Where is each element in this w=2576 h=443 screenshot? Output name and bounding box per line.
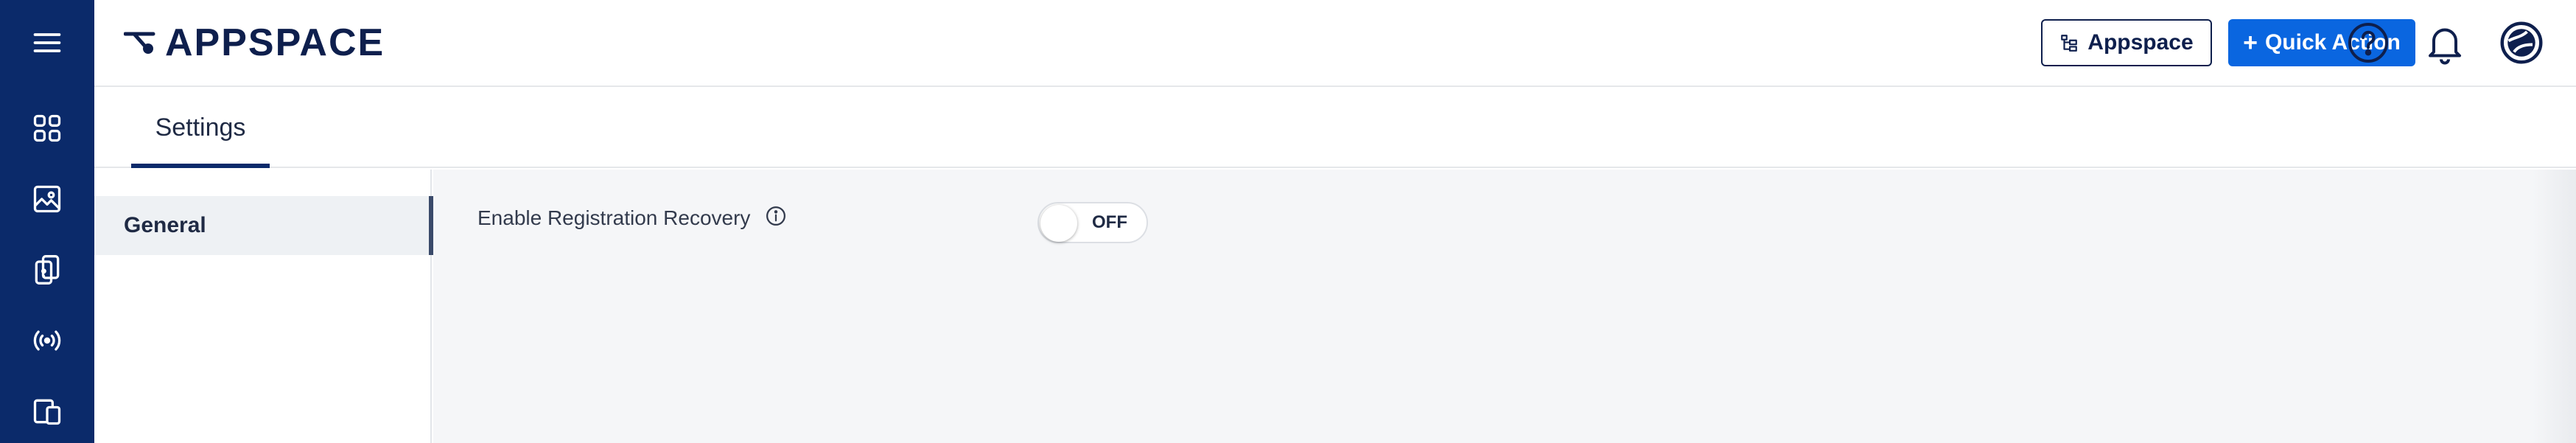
setting-row-registration-recovery: Enable Registration Recovery xyxy=(477,205,787,231)
menu-icon xyxy=(33,33,61,52)
logo-text: APPSPACE xyxy=(165,21,385,64)
help-icon xyxy=(2348,23,2388,63)
rail-item-library[interactable] xyxy=(0,234,94,305)
appspace-switch-button[interactable]: Appspace xyxy=(2041,19,2212,66)
image-icon xyxy=(33,185,61,213)
help-button[interactable] xyxy=(2345,19,2392,66)
tab-settings[interactable]: Settings xyxy=(131,87,270,168)
plus-icon: + xyxy=(2243,29,2258,57)
rail-item-channels[interactable] xyxy=(0,305,94,376)
page-tabs: Settings xyxy=(94,87,2576,168)
settings-nav-item-general[interactable]: General xyxy=(94,196,433,255)
devices-icon xyxy=(33,399,61,425)
dashboard-grid-icon xyxy=(33,114,61,142)
left-rail xyxy=(0,0,94,443)
right-edge-shadow xyxy=(2532,170,2576,443)
broadcast-icon xyxy=(33,330,61,351)
rail-item-devices[interactable] xyxy=(0,376,94,443)
appspace-button-label: Appspace xyxy=(2087,30,2194,55)
content-library-icon xyxy=(35,255,60,285)
setting-label: Enable Registration Recovery xyxy=(477,206,751,229)
menu-button[interactable] xyxy=(0,7,94,78)
logo-mark-icon xyxy=(123,27,165,60)
app-root: APPSPACE Appspace + Quick Action Setting… xyxy=(0,0,2576,443)
notifications-button[interactable] xyxy=(2421,19,2468,66)
settings-nav-item-label: General xyxy=(124,213,206,237)
appspace-logo[interactable]: APPSPACE xyxy=(123,21,385,64)
account-globe-icon xyxy=(2500,21,2543,64)
toggle-knob xyxy=(1040,205,1077,242)
settings-nav: General xyxy=(94,170,433,443)
rail-item-media[interactable] xyxy=(0,164,94,234)
active-tab-indicator xyxy=(131,164,270,168)
registration-recovery-toggle[interactable]: OFF xyxy=(1037,202,1148,243)
rail-item-dashboard[interactable] xyxy=(0,93,94,164)
bell-icon xyxy=(2429,28,2461,65)
top-header: APPSPACE Appspace + Quick Action xyxy=(94,0,2576,87)
settings-content: Enable Registration Recovery OFF xyxy=(433,170,2576,443)
info-icon[interactable] xyxy=(765,205,787,231)
toggle-state-label: OFF xyxy=(1092,212,1127,232)
org-tree-icon xyxy=(2061,35,2078,52)
account-button[interactable] xyxy=(2498,19,2545,66)
